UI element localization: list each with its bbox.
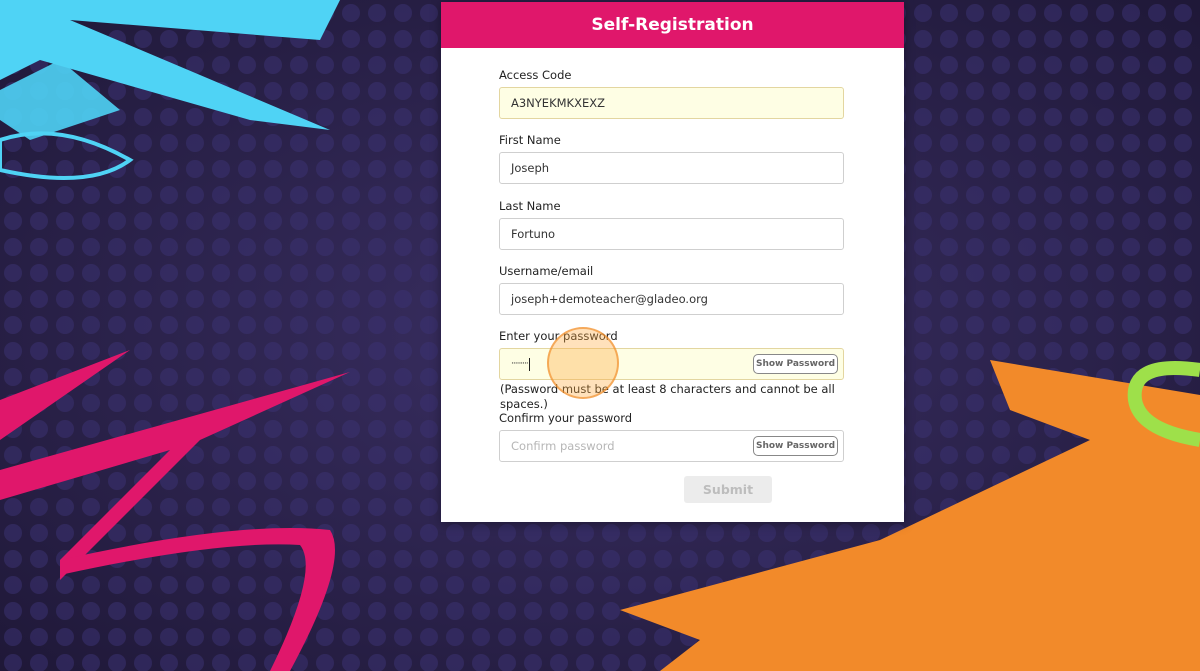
password-hint: (Password must be at least 8 characters … <box>500 382 835 411</box>
confirm-password-label: Confirm your password <box>499 411 633 425</box>
access-code-value: A3NYEKMKXEXZ <box>511 96 605 110</box>
username-input[interactable]: joseph+demoteacher@gladeo.org <box>499 283 844 315</box>
last-name-label: Last Name <box>499 199 561 213</box>
username-value: joseph+demoteacher@gladeo.org <box>511 292 708 306</box>
password-value: ········· <box>511 359 529 369</box>
submit-button[interactable]: Submit <box>684 476 772 503</box>
first-name-value: Joseph <box>511 161 550 175</box>
first-name-input[interactable]: Joseph <box>499 152 844 184</box>
text-caret <box>528 357 530 371</box>
confirm-password-placeholder: Confirm password <box>511 439 615 453</box>
access-code-label: Access Code <box>499 68 572 82</box>
password-input[interactable]: ········· Show Password <box>499 348 844 380</box>
registration-card: Self-Registration Access Code A3NYEKMKXE… <box>441 2 904 522</box>
last-name-input[interactable]: Fortuno <box>499 218 844 250</box>
page-title: Self-Registration <box>591 15 754 35</box>
show-password-button[interactable]: Show Password <box>753 354 838 374</box>
show-confirm-password-button[interactable]: Show Password <box>753 436 838 456</box>
first-name-label: First Name <box>499 133 561 147</box>
access-code-input[interactable]: A3NYEKMKXEXZ <box>499 87 844 119</box>
card-header: Self-Registration <box>441 2 904 48</box>
username-label: Username/email <box>499 264 594 278</box>
confirm-password-input[interactable]: Confirm password Show Password <box>499 430 844 462</box>
password-label: Enter your password <box>499 329 618 343</box>
last-name-value: Fortuno <box>511 227 556 241</box>
